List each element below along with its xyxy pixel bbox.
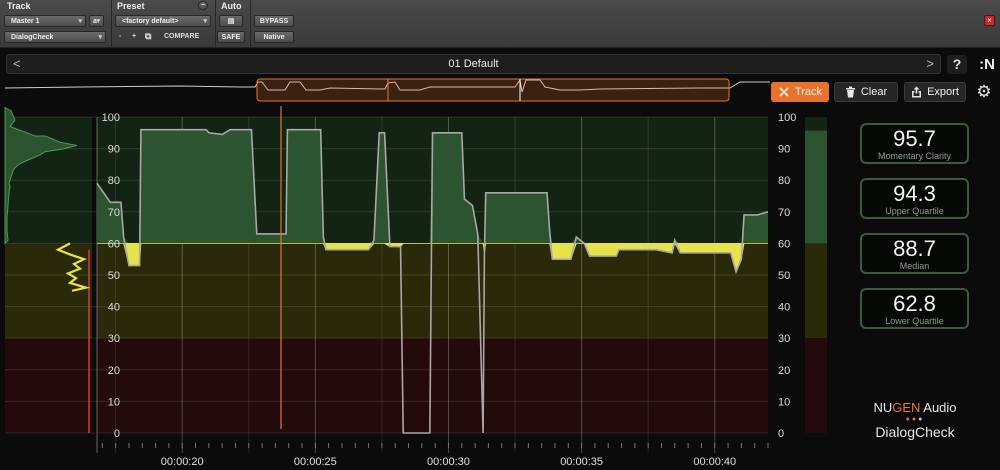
product-name: DialogCheck [875, 424, 955, 440]
y-tick-label-right: 50 [778, 270, 790, 282]
y-tick-label: 10 [108, 396, 120, 408]
y-tick-label: 70 [108, 207, 120, 219]
preset-bar: < 01 Default > [6, 54, 941, 74]
y-tick-label-right: 60 [778, 238, 790, 250]
close-icon[interactable]: × [984, 15, 995, 26]
export-button-label: Export [927, 86, 959, 98]
x-tick-label: 00:00:30 [427, 456, 470, 468]
y-tick-label: 40 [108, 302, 120, 314]
native-button[interactable]: Native [254, 31, 294, 43]
zone-red [805, 338, 827, 433]
x-tick-label: 00:00:35 [560, 456, 603, 468]
track-button-label: Track [794, 86, 823, 98]
nugen-logo-mark: :N [979, 56, 995, 73]
x-tick-label: 00:00:20 [161, 456, 204, 468]
brand-name: NUGEN Audio [850, 400, 980, 415]
y-tick-label: 80 [108, 175, 120, 187]
track-select[interactable]: Master 1 [4, 15, 86, 27]
preset-label: Preset [117, 1, 145, 11]
brand-nu: NU [873, 400, 893, 415]
preset-menu-button[interactable]: − [198, 1, 208, 10]
y-tick-label: 30 [108, 333, 120, 345]
meter-fill [805, 130, 827, 244]
y-tick-label-right: 10 [778, 396, 790, 408]
next-preset-button[interactable]: > [926, 56, 934, 71]
median-value: 88.7 [893, 236, 936, 261]
brand-logo: NUGEN Audio ●●● DialogCheck [850, 400, 980, 440]
momentary-clarity-label: Momentary Clarity [877, 151, 951, 161]
trash-icon [845, 86, 855, 98]
track-icon [779, 87, 789, 97]
preset-minus-button[interactable]: - [119, 33, 121, 40]
clarity-scope[interactable]: 0 0 10 10 20 20 30 30 40 40 50 50 60 60 70 70 80 80 90 90 10… [0, 106, 860, 470]
median-readout: 88.7 Median [860, 233, 969, 274]
auto-label: Auto [221, 1, 242, 11]
host-plugin-header: Track Preset Auto − Master 1 a DialogChe… [0, 0, 1000, 48]
preset-plus-button[interactable]: + [132, 33, 136, 40]
track-button[interactable]: Track [771, 82, 829, 102]
header-divider [250, 0, 251, 47]
y-tick-label-right: 40 [778, 302, 790, 314]
automation-icon[interactable]: ▤ [219, 15, 243, 27]
track-label: Track [7, 1, 31, 11]
upper-quartile-readout: 94.3 Upper Quartile [860, 178, 969, 219]
x-tick-label: 00:00:40 [693, 456, 736, 468]
lower-quartile-value: 62.8 [893, 291, 936, 316]
bypass-button[interactable]: BYPASS [254, 15, 294, 27]
y-tick-label-right: 0 [778, 428, 784, 440]
zone-yellow [805, 243, 827, 339]
brand-dots: ●●● [905, 416, 925, 423]
clear-button[interactable]: Clear [834, 82, 898, 102]
brand-gen: GEN [892, 400, 921, 415]
y-tick-label-right: 20 [778, 365, 790, 377]
preset-name[interactable]: 01 Default [7, 58, 940, 70]
x-axis-labels: 00:00:20 00:00:25 00:00:30 00:00:35 00:00:40 [161, 456, 736, 468]
y-tick-label: 100 [102, 112, 120, 124]
plugin-select[interactable]: DialogCheck [4, 31, 106, 43]
clear-button-label: Clear [860, 86, 888, 98]
upper-quartile-value: 94.3 [893, 181, 936, 206]
zone-red [5, 338, 92, 433]
export-button[interactable]: Export [904, 82, 966, 102]
y-tick-label: 50 [108, 270, 120, 282]
brand-rest: Audio [920, 400, 957, 415]
y-tick-label: 60 [108, 238, 120, 250]
lower-quartile-label: Lower Quartile [885, 316, 944, 326]
header-divider [215, 0, 216, 47]
preset-copy-icon[interactable]: ⧉ [145, 31, 151, 42]
y-tick-label-right: 90 [778, 144, 790, 156]
lower-quartile-readout: 62.8 Lower Quartile [860, 288, 969, 329]
overview-visible-range[interactable] [256, 78, 730, 102]
compare-button[interactable]: COMPARE [164, 33, 199, 40]
momentary-clarity-value: 95.7 [893, 126, 936, 151]
preset-select[interactable]: <factory default> [115, 15, 211, 27]
header-divider [111, 0, 112, 47]
help-button[interactable]: ? [947, 55, 967, 74]
zone-yellow [97, 243, 768, 339]
channel-select[interactable]: a [89, 15, 104, 27]
y-tick-label: 0 [114, 428, 120, 440]
y-tick-label-right: 70 [778, 207, 790, 219]
median-label: Median [899, 261, 930, 271]
y-tick-label-right: 80 [778, 175, 790, 187]
x-tick-label: 00:00:25 [294, 456, 337, 468]
dialogcheck-plugin: < 01 Default > ? :N Track Clear Export ⚙ [0, 48, 1000, 470]
export-icon [912, 86, 922, 98]
y-tick-label: 90 [108, 144, 120, 156]
gear-icon[interactable]: ⚙ [973, 82, 995, 102]
zone-red [97, 338, 768, 433]
timeline-overview[interactable] [0, 78, 770, 104]
y-tick-label-right: 30 [778, 333, 790, 345]
y-tick-label: 20 [108, 365, 120, 377]
momentary-clarity-readout: 95.7 Momentary Clarity [860, 123, 969, 164]
safe-button[interactable]: SAFE [217, 31, 245, 43]
upper-quartile-label: Upper Quartile [885, 206, 944, 216]
y-tick-label-right: 100 [778, 112, 796, 124]
clarity-meter [805, 130, 827, 244]
